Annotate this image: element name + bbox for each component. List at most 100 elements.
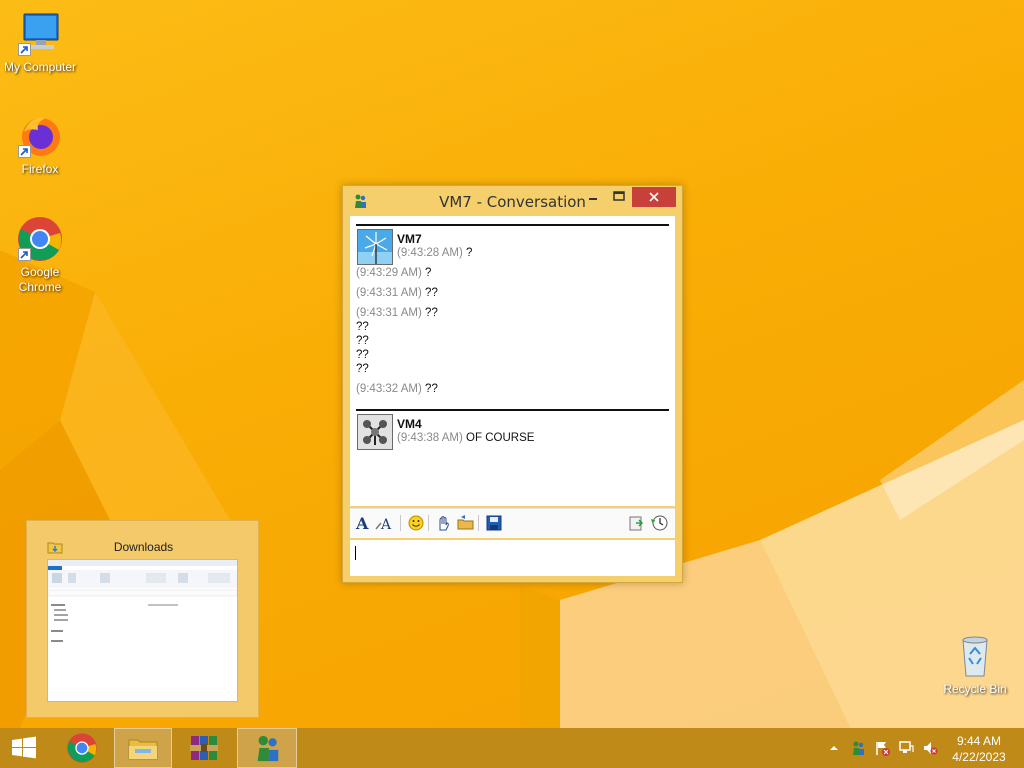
hand-icon — [439, 516, 449, 531]
sender-name: VM7 — [397, 232, 422, 246]
desktop-icon-my-computer[interactable]: My Computer — [0, 10, 80, 75]
message-block: VM4 (9:43:38 AM) OF COURSE — [356, 409, 669, 459]
message-text: ?? — [356, 335, 369, 347]
desktop-icon-label: Firefox — [21, 162, 59, 176]
winrar-icon — [190, 736, 218, 760]
message-text: ?? — [356, 321, 369, 333]
font-button[interactable]: A — [353, 513, 373, 533]
desktop-icon-recycle-bin[interactable]: Recycle Bin — [935, 632, 1015, 697]
chat-line: (9:43:31 AM) ?? — [356, 307, 438, 319]
desktop-icon-google-chrome[interactable]: Google Chrome — [0, 215, 80, 295]
clock-time[interactable]: 9:44 AM — [950, 734, 1008, 748]
desktop-icon-label: My Computer — [3, 60, 77, 74]
shortcut-arrow-icon — [18, 145, 31, 158]
computer-icon — [16, 10, 64, 58]
tray-action-center-button[interactable] — [874, 740, 890, 756]
chat-line: (9:43:28 AM) ? — [397, 247, 472, 259]
svg-text:A: A — [355, 514, 369, 532]
taskbar-app-chrome[interactable] — [58, 728, 106, 768]
clock-date[interactable]: 4/22/2023 — [950, 750, 1008, 764]
window-titlebar[interactable]: VM7 - Conversation — [343, 186, 682, 216]
conversation-history[interactable]: VM7 (9:43:28 AM) ? (9:43:29 AM) ? (9:43:… — [350, 216, 675, 506]
minimize-button[interactable] — [578, 187, 608, 207]
svg-text:A: A — [380, 517, 392, 532]
text-color-button[interactable]: A — [375, 513, 395, 533]
minimize-icon — [589, 198, 597, 200]
font-icon: A — [355, 514, 369, 532]
taskbar-app-file-explorer[interactable] — [114, 728, 172, 768]
message-timestamp: (9:43:32 AM) — [356, 383, 422, 395]
smiley-icon — [408, 515, 424, 531]
message-timestamp: (9:43:31 AM) — [356, 307, 422, 319]
maximize-icon — [613, 191, 625, 201]
volume-muted-icon — [924, 742, 938, 755]
desktop-icon-label: Google Chrome — [18, 265, 62, 294]
tray-volume-button[interactable] — [922, 740, 938, 756]
chat-line: (9:43:31 AM) ?? — [356, 287, 438, 299]
message-timestamp: (9:43:29 AM) — [356, 267, 422, 279]
message-timestamp: (9:43:31 AM) — [356, 287, 422, 299]
chat-line: ?? — [356, 335, 369, 347]
maximize-button[interactable] — [605, 187, 633, 207]
flag-alert-icon — [876, 742, 890, 756]
taskbar-app-messenger[interactable] — [237, 728, 297, 768]
start-button[interactable] — [0, 728, 48, 768]
history-button[interactable] — [650, 513, 670, 533]
explorer-thumbnail-icon — [47, 560, 238, 642]
chrome-icon — [16, 215, 64, 263]
close-button[interactable] — [632, 187, 676, 207]
chat-line: ?? — [356, 363, 369, 375]
network-avatar-icon — [358, 415, 392, 449]
formatting-toolbar: A A — [350, 508, 675, 538]
close-icon — [649, 192, 659, 202]
message-text: OF COURSE — [466, 432, 535, 444]
message-text: ? — [466, 247, 473, 259]
clipboard-paste-icon — [629, 516, 644, 531]
chat-line: (9:43:38 AM) OF COURSE — [397, 432, 534, 444]
tray-messenger-button[interactable] — [850, 740, 866, 756]
folder-send-icon — [457, 515, 474, 530]
shortcut-arrow-icon — [18, 248, 31, 261]
message-text: ?? — [425, 307, 438, 319]
message-text: ?? — [425, 383, 438, 395]
chat-line: ?? — [356, 349, 369, 361]
avatar — [357, 414, 393, 450]
shortcut-arrow-icon — [18, 43, 31, 56]
pinwheel-avatar-icon — [358, 230, 392, 264]
message-text: ?? — [356, 363, 369, 375]
desktop: My Computer Firefox Google Chrome Recycl… — [0, 0, 1024, 728]
tray-network-button[interactable] — [898, 740, 914, 756]
desktop-icon-firefox[interactable]: Firefox — [0, 112, 80, 177]
toolbar-separator — [478, 515, 479, 531]
desktop-icon-label: Recycle Bin — [943, 682, 1007, 696]
taskbar-app-winrar[interactable] — [180, 728, 228, 768]
sender-name: VM4 — [397, 417, 422, 431]
chevron-up-icon — [830, 746, 838, 750]
paste-button[interactable] — [626, 513, 646, 533]
taskbar: 9:44 AM 4/22/2023 — [0, 728, 1024, 768]
message-text: ?? — [356, 349, 369, 361]
conversation-window[interactable]: VM7 - Conversation VM7 (9:43:28 AM) ? (9… — [342, 185, 683, 583]
message-timestamp: (9:43:28 AM) — [397, 247, 463, 259]
toolbar-separator — [428, 515, 429, 531]
chrome-icon — [67, 733, 97, 763]
save-conversation-button[interactable] — [484, 513, 504, 533]
floppy-disk-icon — [486, 515, 502, 531]
start-icon — [12, 736, 36, 759]
toolbar-separator — [400, 515, 401, 531]
messenger-icon — [853, 741, 864, 755]
network-icon — [899, 741, 914, 753]
clock-history-icon — [651, 515, 668, 531]
chat-line: (9:43:32 AM) ?? — [356, 383, 438, 395]
show-hidden-icons-button[interactable] — [826, 740, 842, 756]
chat-line: (9:43:29 AM) ? — [356, 267, 431, 279]
message-input[interactable] — [350, 540, 675, 576]
preview-window-thumbnail[interactable] — [47, 559, 238, 702]
send-file-button[interactable] — [456, 513, 476, 533]
nudge-button[interactable] — [434, 513, 454, 533]
firefox-icon — [16, 112, 64, 160]
message-text: ?? — [425, 287, 438, 299]
emoticon-button[interactable] — [406, 513, 426, 533]
messenger-icon — [257, 735, 279, 762]
taskbar-thumbnail-preview[interactable]: Downloads — [26, 520, 259, 718]
